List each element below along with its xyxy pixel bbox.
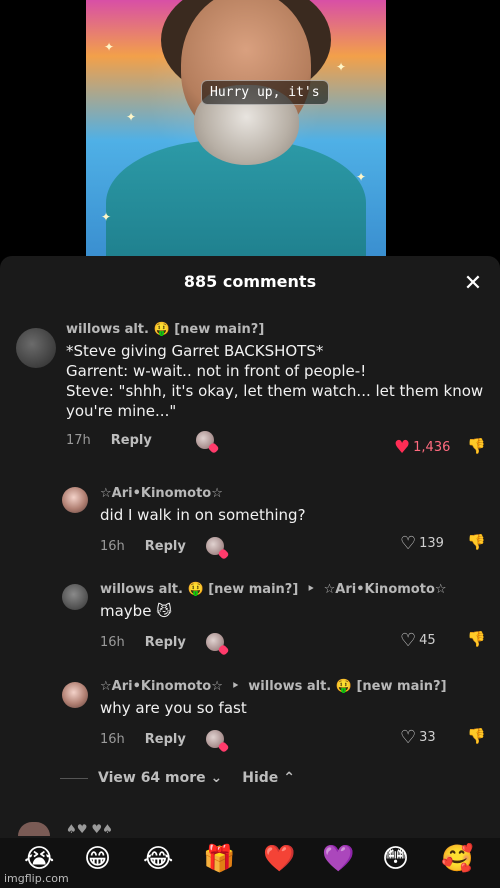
emoji-smiling-hearts[interactable]: 🥰	[441, 844, 473, 874]
like-count: 1,436	[413, 440, 451, 455]
avatar[interactable]	[16, 328, 56, 368]
dislike-icon[interactable]: 👎	[467, 533, 486, 551]
comments-count-title: 885 comments	[183, 272, 317, 291]
reply-to-username[interactable]: willows alt. 🤑 [new main?]	[248, 679, 446, 694]
dislike-icon[interactable]: 👎	[467, 437, 486, 455]
comment: willows alt. 🤑 [new main?] *Steve giving…	[66, 322, 486, 449]
comment-username[interactable]: willows alt. 🤑 [new main?]	[100, 582, 298, 597]
video-player[interactable]: ✦ ✦ ✦ ✦ ✦ Hurry up, it's	[86, 0, 386, 256]
reply-button[interactable]: Reply	[145, 732, 186, 747]
comment-time: 16h	[100, 538, 125, 554]
comment-text: *Steve giving Garret BACKSHOTS* Garrent:…	[66, 341, 486, 421]
sparkle-icon: ✦	[104, 40, 115, 54]
reply-arrow-icon: ‣	[306, 582, 316, 597]
hide-replies-button[interactable]: Hide ⌃	[242, 770, 295, 786]
emoji-red-heart[interactable]: ❤️	[263, 844, 295, 874]
video-caption: Hurry up, it's	[201, 80, 329, 105]
emoji-gift[interactable]: 🎁	[203, 844, 235, 874]
dislike-icon[interactable]: 👎	[467, 630, 486, 648]
emoji-crying[interactable]: 😭	[24, 844, 54, 874]
comments-sheet: 885 comments ✕ willows alt. 🤑 [new main?…	[0, 256, 500, 888]
reply-button[interactable]: Reply	[145, 539, 186, 554]
heart-outline-icon: ♡	[400, 727, 417, 748]
like-button[interactable]: ♡ 139	[400, 533, 444, 554]
sticker-reply-icon[interactable]	[205, 633, 224, 651]
sticker-reply-icon[interactable]	[195, 431, 214, 449]
comment-line: Steve: "shhh, it's okay, let them watch.…	[66, 382, 484, 400]
comment-time: 17h	[66, 432, 91, 448]
comment-text-content: maybe	[100, 602, 152, 620]
sticker-reply-icon[interactable]	[205, 537, 224, 555]
reply-header: willows alt. 🤑 [new main?] ‣ ☆Ari•Kinomo…	[100, 582, 480, 597]
thread-controls: View 64 more ⌄ Hide ⌃	[60, 770, 295, 786]
watermark: imgflip.com	[4, 872, 69, 885]
divider	[60, 777, 88, 779]
hide-label: Hide	[242, 770, 279, 786]
sparkle-icon: ✦	[126, 110, 137, 124]
chevron-down-icon: ⌄	[210, 770, 223, 786]
reply-button[interactable]: Reply	[111, 433, 152, 448]
avatar[interactable]	[62, 584, 88, 610]
comment-text: maybe 😼	[100, 601, 480, 621]
like-count: 33	[419, 730, 436, 745]
avatar[interactable]	[62, 682, 88, 708]
sparkle-icon: ✦	[101, 210, 112, 224]
comment-line: Garrent: w-wait.. not in front of people…	[66, 362, 367, 380]
reply-to-username[interactable]: ☆Ari•Kinomoto☆	[324, 582, 447, 597]
emoji-quick-reactions: 😭 😁 😂 🎁 ❤️ 💜 😳 🥰 imgflip.com	[0, 838, 500, 888]
dislike-icon[interactable]: 👎	[467, 727, 486, 745]
view-more-label: View 64 more	[98, 770, 206, 786]
avatar[interactable]	[18, 822, 50, 836]
comment-time: 16h	[100, 731, 125, 747]
emoji-flushed[interactable]: 😳	[382, 844, 409, 874]
comment-time: 16h	[100, 634, 125, 650]
comment-line: *Steve giving Garret BACKSHOTS*	[66, 342, 324, 360]
view-more-replies-button[interactable]: View 64 more ⌄	[98, 770, 222, 786]
close-icon[interactable]: ✕	[462, 273, 484, 295]
like-count: 139	[419, 536, 444, 551]
sticker-reply-icon[interactable]	[205, 730, 224, 748]
reply-header: ☆Ari•Kinomoto☆ ‣ willows alt. 🤑 [new mai…	[100, 679, 480, 694]
comment-username[interactable]: ☆Ari•Kinomoto☆	[100, 486, 460, 501]
comment-text: why are you so fast	[100, 699, 247, 717]
avatar[interactable]	[62, 487, 88, 513]
heart-outline-icon: ♡	[400, 533, 417, 554]
heart-filled-icon: ♥	[394, 437, 411, 458]
reply-arrow-icon: ‣	[231, 679, 240, 694]
cat-emoji-icon: 😼	[156, 602, 172, 620]
comment-username[interactable]: ☆Ari•Kinomoto☆	[100, 679, 223, 694]
emoji-purple-heart[interactable]: 💜	[322, 844, 354, 874]
reply-button[interactable]: Reply	[145, 635, 186, 650]
comment-text: did I walk in on something?	[100, 506, 306, 524]
like-button[interactable]: ♥ 1,436	[394, 437, 450, 458]
comment-line: you're mine..."	[66, 402, 177, 420]
like-button[interactable]: ♡ 33	[400, 727, 436, 748]
comment-username[interactable]: willows alt. 🤑 [new main?]	[66, 322, 486, 337]
sparkle-icon: ✦	[336, 60, 347, 74]
chevron-up-icon: ⌃	[283, 770, 295, 786]
emoji-grin[interactable]: 😁	[84, 844, 111, 874]
next-comment-username[interactable]: ♠♥ ♥♠	[66, 822, 113, 836]
like-count: 45	[419, 633, 436, 648]
heart-outline-icon: ♡	[400, 630, 417, 651]
like-button[interactable]: ♡ 45	[400, 630, 436, 651]
sparkle-icon: ✦	[356, 170, 367, 184]
emoji-joy[interactable]: 😂	[143, 844, 173, 874]
